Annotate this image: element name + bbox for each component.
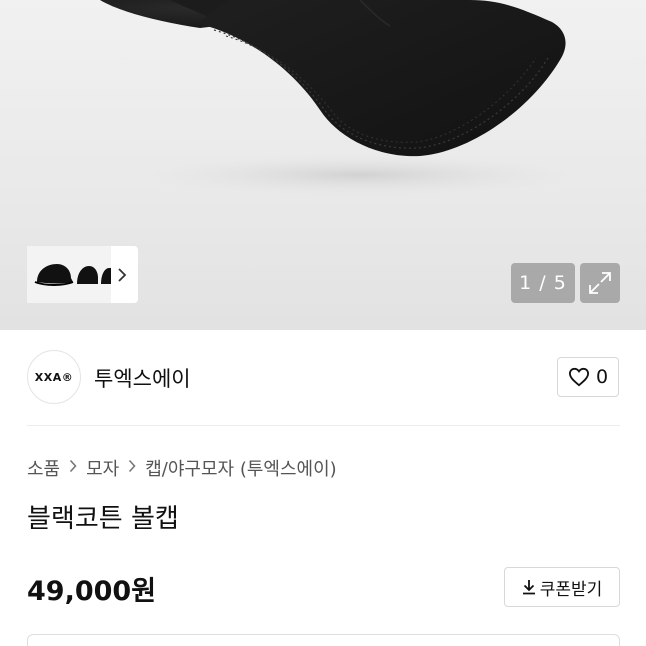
brand-logo[interactable]: XXA® (27, 350, 81, 404)
info-card (27, 634, 620, 646)
breadcrumb-item-subcategory[interactable]: 모자 (86, 455, 119, 481)
download-icon (522, 580, 535, 595)
chevron-right-icon[interactable] (111, 246, 133, 303)
chevron-right-icon (128, 458, 136, 478)
thumbnail-images[interactable] (27, 246, 111, 303)
coupon-label: 쿠폰받기 (539, 579, 603, 600)
product-image-gallery[interactable]: 1 / 5 (0, 0, 646, 330)
like-count: 0 (595, 366, 609, 388)
coupon-button[interactable]: 쿠폰받기 (504, 567, 620, 607)
heart-icon (568, 367, 589, 387)
product-title: 블랙코튼 볼캡 (27, 504, 179, 534)
brand-name[interactable]: 투엑스에이 (94, 363, 191, 393)
breadcrumb-item-category[interactable]: 소품 (27, 455, 60, 481)
product-price: 49,000원 (27, 576, 157, 607)
expand-button[interactable] (580, 263, 620, 303)
breadcrumb: 소품 모자 캡/야구모자 (투엑스에이) (27, 455, 337, 481)
chevron-right-icon (69, 458, 77, 478)
expand-icon (589, 272, 611, 294)
divider (27, 425, 620, 426)
brand-row[interactable]: XXA® 투엑스에이 0 (27, 350, 620, 406)
breadcrumb-item-current[interactable]: 캡/야구모자 (투엑스에이) (145, 455, 336, 481)
thumbnail-strip[interactable] (27, 246, 138, 303)
like-button[interactable]: 0 (557, 357, 619, 397)
image-counter: 1 / 5 (511, 263, 575, 303)
